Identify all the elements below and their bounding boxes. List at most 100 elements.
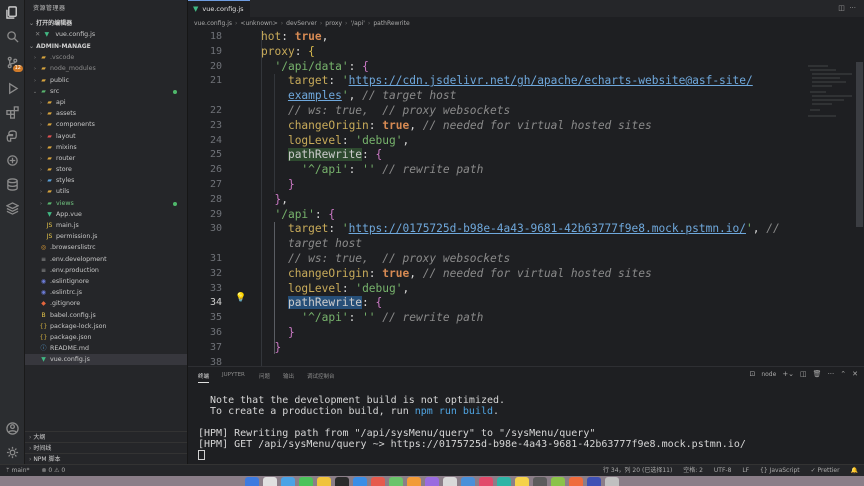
editor-scrollbar[interactable] — [856, 62, 863, 227]
trash-icon[interactable]: 🗑 — [813, 370, 822, 378]
finder-dock-icon[interactable] — [245, 477, 259, 486]
tab-jupyter[interactable]: JUPYTER — [222, 372, 245, 378]
tree-file[interactable]: ◆ .gitignore — [25, 298, 187, 309]
project-header[interactable]: ⌄ ADMIN-MANAGE — [25, 41, 187, 52]
database-icon[interactable] — [4, 176, 21, 193]
tree-file[interactable]: ▼ App.vue — [25, 209, 187, 220]
breadcrumb-item[interactable]: <unknown> — [240, 20, 277, 27]
breadcrumb-item[interactable]: vue.config.js — [194, 20, 232, 27]
app-dock-icon[interactable] — [587, 477, 601, 486]
tree-file[interactable]: ≡ .env.production — [25, 265, 187, 276]
safari-dock-icon[interactable] — [281, 477, 295, 486]
run-debug-icon[interactable] — [4, 80, 21, 97]
tree-folder[interactable]: › ▰ public — [25, 75, 187, 86]
tree-file[interactable]: JS main.js — [25, 220, 187, 231]
vscode-dock-icon[interactable] — [353, 477, 367, 486]
account-icon[interactable] — [4, 420, 21, 437]
app-dock-icon[interactable] — [515, 477, 529, 486]
tree-folder[interactable]: › ▰ styles — [25, 175, 187, 186]
tab-debug-console[interactable]: 调试控制台 — [307, 372, 335, 380]
outline-section[interactable]: › 大纲 — [25, 431, 187, 442]
tree-file[interactable]: ⓘ README.md — [25, 343, 187, 354]
search-icon[interactable] — [4, 28, 21, 45]
cursor-position[interactable]: 行 34，列 20 (已选择11) — [603, 467, 672, 474]
app-dock-icon[interactable] — [551, 477, 565, 486]
npm-scripts-section[interactable]: › NPM 脚本 — [25, 453, 187, 464]
split-terminal-icon[interactable]: ◫ — [800, 370, 807, 378]
explorer-icon[interactable] — [4, 4, 21, 21]
terminal-prompt[interactable] — [198, 450, 746, 461]
tree-file[interactable]: {} package-lock.json — [25, 321, 187, 332]
breadcrumb-item[interactable]: pathRewrite — [373, 20, 409, 27]
minimap[interactable] — [806, 62, 856, 142]
tree-folder[interactable]: › ▰ store — [25, 164, 187, 175]
breadcrumb-item[interactable]: proxy — [325, 20, 342, 27]
breadcrumb-item[interactable]: '/api' — [350, 20, 364, 27]
code-view[interactable]: 💡 18 hot: true, 19 proxy: {20 '/api/data': … — [188, 30, 864, 368]
tree-file[interactable]: ≡ .env.development — [25, 254, 187, 265]
app-dock-icon[interactable] — [425, 477, 439, 486]
open-editor-item[interactable]: ✕ ▼ vue.config.js — [25, 29, 187, 40]
terminal-output[interactable]: Note that the development build is not o… — [198, 395, 746, 461]
chrome-dock-icon[interactable] — [317, 477, 331, 486]
layers-icon[interactable] — [4, 200, 21, 217]
indentation-status[interactable]: 空格: 2 — [683, 467, 703, 474]
tab-problems[interactable]: 问题 — [259, 372, 270, 380]
tree-file[interactable]: ◎ .browserslistrc — [25, 242, 187, 253]
close-panel-icon[interactable]: ✕ — [852, 370, 858, 378]
launchpad-dock-icon[interactable] — [263, 477, 277, 486]
tree-file[interactable]: ▼ vue.config.js — [25, 354, 187, 366]
tree-folder[interactable]: › ▰ node_modules — [25, 63, 187, 74]
remote-icon[interactable] — [4, 152, 21, 169]
app-dock-icon[interactable] — [371, 477, 385, 486]
tree-folder[interactable]: ⌄ ▰ src — [25, 86, 187, 97]
tab-terminal[interactable]: 终端 — [198, 372, 210, 383]
open-editors-header[interactable]: ⌄ 打开的编辑器 — [25, 18, 187, 29]
terminal-name[interactable]: node — [761, 371, 776, 378]
branch-status[interactable]: ᛘ main* — [6, 467, 30, 474]
timeline-section[interactable]: › 时间线 — [25, 442, 187, 453]
lightbulb-icon[interactable]: 💡 — [235, 293, 246, 303]
tree-folder[interactable]: › ▰ assets — [25, 108, 187, 119]
tree-folder[interactable]: › ▰ mixins — [25, 142, 187, 153]
close-icon[interactable]: ✕ — [35, 31, 40, 38]
tree-folder[interactable]: › ▰ components — [25, 119, 187, 130]
app-dock-icon[interactable] — [407, 477, 421, 486]
tree-file[interactable]: {} package.json — [25, 332, 187, 343]
app-dock-icon[interactable] — [461, 477, 475, 486]
more-actions-icon[interactable]: ··· — [828, 370, 835, 378]
tree-folder[interactable]: › ▰ views — [25, 198, 187, 209]
settings-gear-icon[interactable] — [4, 444, 21, 461]
app-dock-icon[interactable] — [569, 477, 583, 486]
prettier-status[interactable]: ✓ Prettier — [811, 467, 840, 474]
messages-dock-icon[interactable] — [299, 477, 313, 486]
new-terminal-icon[interactable]: +⌄ — [782, 370, 794, 378]
terminal-dock-icon[interactable] — [335, 477, 349, 486]
source-control-icon[interactable]: 12 — [4, 54, 23, 72]
python-icon[interactable] — [4, 128, 21, 145]
tree-file[interactable]: JS permission.js — [25, 231, 187, 242]
tree-folder[interactable]: › ▰ layout — [25, 131, 187, 142]
encoding-status[interactable]: UTF-8 — [714, 467, 732, 474]
problems-status[interactable]: ⊗ 0 ⚠ 0 — [41, 467, 65, 474]
more-actions-icon[interactable]: ··· — [849, 4, 856, 12]
tree-file[interactable]: Bbabel.config.js — [25, 310, 187, 321]
trash-dock-icon[interactable] — [605, 477, 619, 486]
language-mode[interactable]: {} JavaScript — [760, 467, 800, 474]
tree-folder[interactable]: › ▰ .vscode — [25, 52, 187, 63]
tree-folder[interactable]: › ▰ api — [25, 97, 187, 108]
notifications-bell-icon[interactable]: 🔔 — [851, 467, 858, 474]
tree-folder[interactable]: › ▰ utils — [25, 186, 187, 197]
app-dock-icon[interactable] — [389, 477, 403, 486]
tab-output[interactable]: 输出 — [283, 372, 294, 380]
tree-file[interactable]: ◉ .eslintignore — [25, 276, 187, 287]
extensions-icon[interactable] — [4, 104, 21, 121]
eol-status[interactable]: LF — [742, 467, 749, 474]
tree-file[interactable]: ◉ .eslintrc.js — [25, 287, 187, 298]
app-dock-icon[interactable] — [497, 477, 511, 486]
split-editor-icon[interactable]: ◫ — [838, 4, 845, 12]
app-dock-icon[interactable] — [533, 477, 547, 486]
app-dock-icon[interactable] — [443, 477, 457, 486]
app-dock-icon[interactable] — [479, 477, 493, 486]
tab-vue-config[interactable]: ▼ vue.config.js — [188, 0, 250, 17]
